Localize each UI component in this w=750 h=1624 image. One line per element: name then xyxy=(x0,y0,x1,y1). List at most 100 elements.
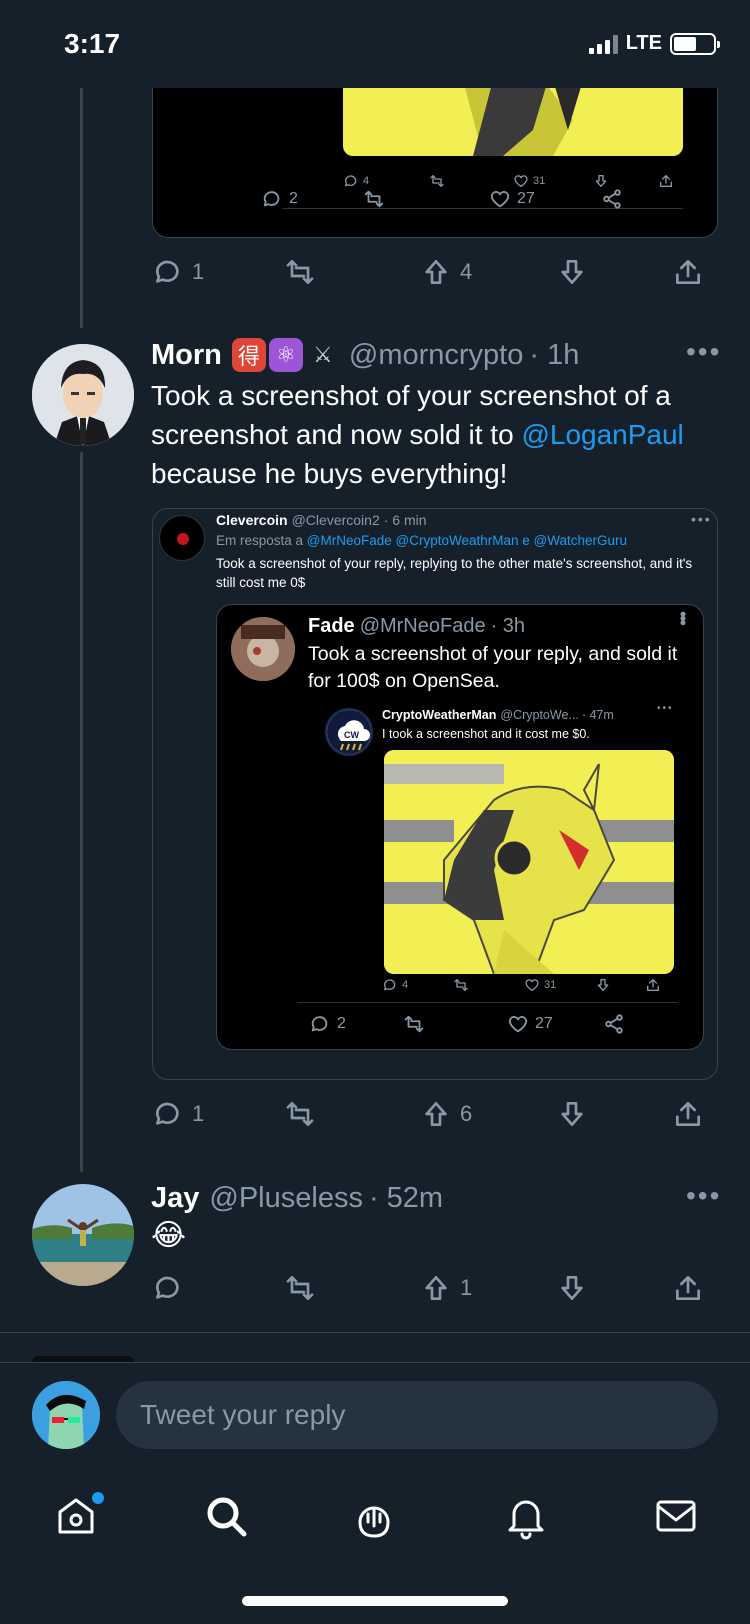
nested-handle: @CryptoWe... xyxy=(500,708,579,722)
emoji-badge-swords: ⚔ xyxy=(313,342,333,367)
retweet-action xyxy=(403,1013,425,1035)
emoji-badge-atom: ⚛ xyxy=(268,338,303,372)
tweet-text: 😂 xyxy=(151,1219,187,1252)
network-label: LTE xyxy=(625,32,662,54)
avatar[interactable] xyxy=(32,1184,134,1286)
retweet-button[interactable] xyxy=(284,256,316,288)
notification-dot xyxy=(92,1492,104,1504)
reply-button[interactable]: 1 xyxy=(152,1098,204,1130)
more-options-icon[interactable]: ••• xyxy=(686,336,721,368)
inner-handle: @MrNeoFade xyxy=(359,615,486,637)
nested-more-icon: ••• xyxy=(657,703,674,714)
avatar-illustration xyxy=(32,344,134,446)
avatar[interactable] xyxy=(32,344,134,446)
micro-share-action xyxy=(645,977,661,993)
downvote-button[interactable] xyxy=(556,1098,588,1130)
home-indicator xyxy=(242,1596,508,1606)
quote-time: · 6 min xyxy=(383,512,427,528)
avatar xyxy=(231,617,295,681)
avatar-illustration xyxy=(32,1184,134,1286)
emoji-badge-de: 得 xyxy=(231,338,266,372)
micro-like-action[interactable]: 31 xyxy=(513,173,545,189)
notifications-icon[interactable] xyxy=(502,1492,550,1540)
retweet-button[interactable] xyxy=(284,1272,316,1304)
avatar-illustration xyxy=(32,1381,100,1449)
quote-name: Clevercoin xyxy=(216,512,288,528)
share-action[interactable] xyxy=(601,188,623,210)
thread-line xyxy=(80,88,83,328)
inner-text: Took a screenshot of your reply, and sol… xyxy=(308,643,678,692)
status-time: 3:17 xyxy=(64,28,121,59)
share-button[interactable] xyxy=(672,1272,704,1304)
weather-logo-icon: CW xyxy=(327,710,371,754)
thread-line xyxy=(80,452,83,1172)
retweet-button[interactable] xyxy=(284,1098,316,1130)
inner-more-icon: ••• xyxy=(673,611,693,624)
handle[interactable]: @morncrypto xyxy=(349,339,523,372)
like-action[interactable]: 27 xyxy=(489,188,535,210)
robot-head-illustration xyxy=(384,750,674,974)
reply-button[interactable] xyxy=(152,1272,192,1304)
timestamp: · 1h xyxy=(529,338,580,371)
nested-name: CryptoWeatherMan xyxy=(382,708,497,722)
display-name[interactable]: Morn xyxy=(151,339,222,372)
svg-text:CW: CW xyxy=(344,730,359,740)
upvote-button[interactable]: 6 xyxy=(420,1098,472,1130)
divider xyxy=(283,208,683,209)
micro-retweet-action[interactable] xyxy=(429,173,445,189)
upvote-button[interactable]: 1 xyxy=(420,1272,472,1304)
micro-downvote-action[interactable] xyxy=(593,173,609,189)
quoted-tweet-card[interactable]: Clevercoin @Clevercoin2 · 6 min ••• Em r… xyxy=(152,508,718,1080)
messages-icon[interactable] xyxy=(652,1492,700,1540)
quote-handle: @Clevercoin2 xyxy=(291,512,380,528)
inner-name: Fade xyxy=(308,615,355,637)
micro-share-action[interactable] xyxy=(658,173,674,189)
handle[interactable]: @Pluseless xyxy=(209,1182,363,1215)
battery-icon xyxy=(670,32,720,55)
quote-reply-line: Em resposta a @MrNeoFade @CryptoWeathrMa… xyxy=(216,533,628,548)
status-indicators: LTE xyxy=(588,32,720,55)
nested-header: CryptoWeatherMan @CryptoWe... · 47m xyxy=(382,708,614,722)
share-action xyxy=(603,1013,625,1035)
micro-retweet-action xyxy=(453,977,469,993)
inner-header: Fade @MrNeoFade · 3h xyxy=(308,615,525,638)
reply-button[interactable]: 1 xyxy=(152,256,204,288)
quote-header: Clevercoin @Clevercoin2 · 6 min xyxy=(216,512,427,528)
search-icon[interactable] xyxy=(202,1492,250,1540)
embedded-image[interactable] xyxy=(343,80,683,156)
bottom-tab-bar xyxy=(0,1480,750,1624)
upvote-button[interactable]: 4 xyxy=(420,256,472,288)
inner-tweet-card: Fade @MrNeoFade · 3h ••• Took a screensh… xyxy=(216,604,704,1050)
user-avatar[interactable] xyxy=(32,1381,100,1449)
micro-downvote-action xyxy=(595,977,611,993)
tweet-text: Took a screenshot of your screenshot of … xyxy=(151,380,684,489)
more-options-icon[interactable]: ••• xyxy=(686,1180,721,1212)
quote-reply-mentions: @MrNeoFade @CryptoWeathrMan e @WatcherGu… xyxy=(306,533,628,548)
display-name[interactable]: Jay xyxy=(151,1182,199,1215)
nested-time: · 47m xyxy=(581,708,614,722)
reply-input[interactable]: Tweet your reply xyxy=(116,1381,718,1449)
tweet-divider xyxy=(0,1332,750,1333)
nested-text: I took a screenshot and it cost me $0. xyxy=(382,727,590,741)
micro-like-action: 31 xyxy=(524,977,556,993)
downvote-button[interactable] xyxy=(556,1272,588,1304)
timestamp: · 52m xyxy=(368,1182,444,1214)
avatar-illustration xyxy=(231,617,295,681)
like-action: 27 xyxy=(507,1013,553,1035)
tweet-header: Jay @Pluseless · 52m xyxy=(151,1182,443,1215)
micro-reply-action[interactable]: 4 xyxy=(343,173,369,189)
reply-action: 2 xyxy=(309,1013,346,1035)
inner-time: · 3h xyxy=(490,615,526,637)
share-button[interactable] xyxy=(672,1098,704,1130)
retweet-action[interactable] xyxy=(363,188,385,210)
avatar: CW xyxy=(325,708,373,756)
spaces-icon[interactable] xyxy=(350,1492,398,1540)
mention-link[interactable]: @LoganPaul xyxy=(521,419,683,450)
downvote-button[interactable] xyxy=(556,256,588,288)
reply-action[interactable]: 2 xyxy=(261,188,298,210)
quote-text: Took a screenshot of your reply, replyin… xyxy=(216,556,693,590)
home-icon[interactable] xyxy=(52,1492,104,1540)
share-button[interactable] xyxy=(672,256,704,288)
robot-head-illustration xyxy=(463,80,583,156)
tweet-header: Morn 得 ⚛ ⚔ @morncrypto · 1h xyxy=(151,338,579,372)
